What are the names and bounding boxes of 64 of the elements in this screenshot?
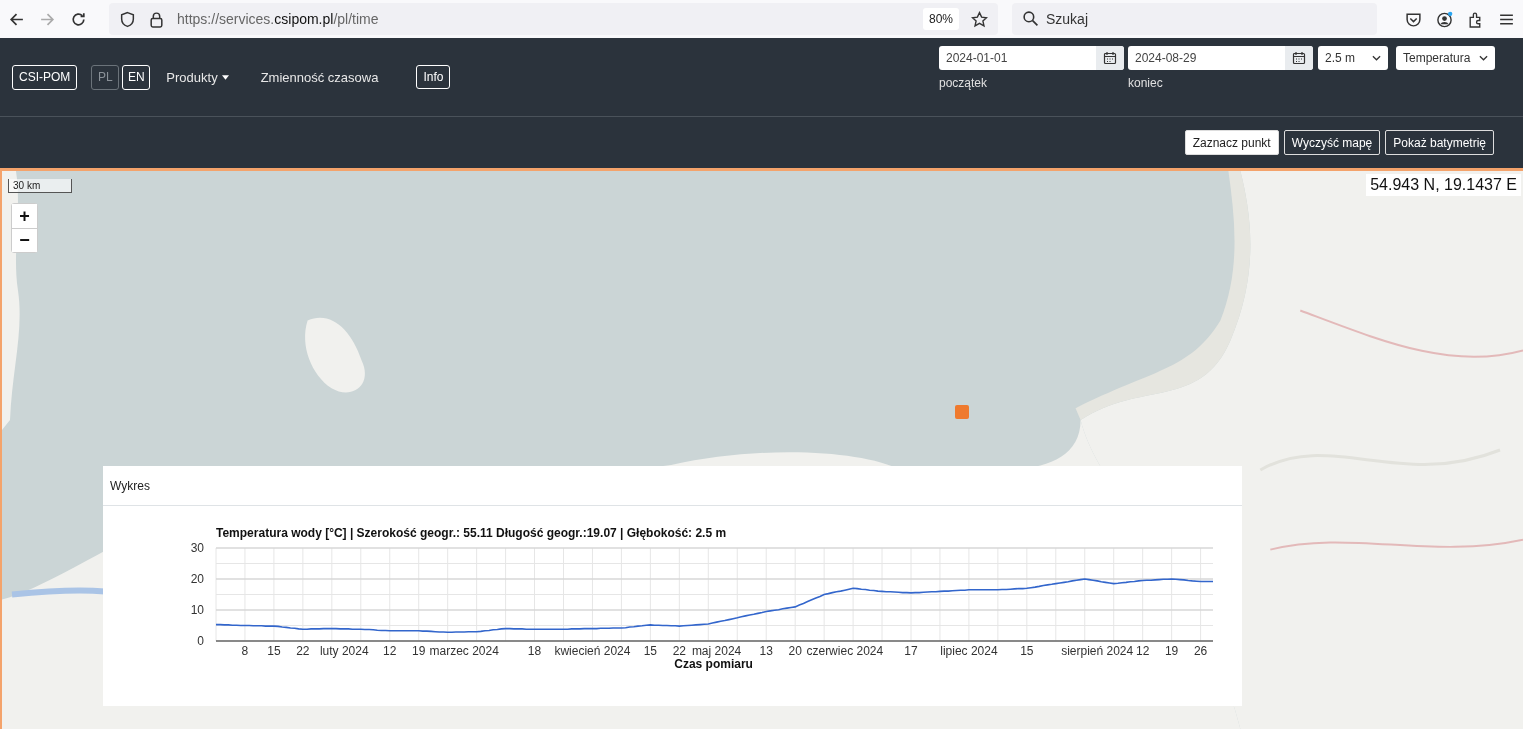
chevron-icon [1479,55,1488,61]
calendar-icon[interactable] [1096,46,1124,70]
shield-icon[interactable] [119,10,136,28]
x-tick-label: 19 [1164,644,1179,658]
x-tick-label: 8 [241,644,249,658]
x-tick-label: luty 2024 [319,644,369,658]
x-tick-label: 19 [412,644,426,658]
address-bar[interactable]: https://services.csipom.pl/pl/time 80% [109,3,998,35]
chevron-icon [1372,55,1381,61]
account-icon[interactable] [1436,10,1453,28]
x-tick-label: 15 [267,644,281,658]
x-tick-label: sierpień 2024 [1061,644,1134,658]
language-button[interactable]: EN [122,64,151,90]
map-scale: 30 km [8,179,72,193]
url-text: https://services.csipom.pl/pl/time [177,11,379,27]
pocket-icon[interactable] [1405,10,1422,28]
search-icon [1022,10,1039,27]
y-tick-label: 20 [190,572,204,586]
y-tick-label: 0 [197,634,204,648]
date-label: koniec [1128,76,1164,90]
x-tick-label: 15 [1020,644,1034,658]
date-field[interactable]: 2024-08-29 [1128,46,1313,70]
map-tool-button[interactable]: Pokaż batymetrię [1385,130,1494,155]
y-tick-label: 10 [190,603,204,617]
x-tick-label: 22 [296,644,310,658]
language-button[interactable]: PL [91,64,120,90]
info-button[interactable]: Info [416,65,451,89]
coordinates-display: 54.943 N, 19.1437 E [1366,174,1521,196]
chart-title: Temperatura wody [°C] | Szerokość geogr.: 55.11 Długość geogr.:19.07 | Głębokość: 2.5 m [216,526,727,540]
x-tick-label: 12 [1136,644,1150,658]
search-field[interactable]: Szukaj [1012,3,1377,35]
x-tick-label: 18 [527,644,542,658]
zoom-out-button[interactable]: − [12,228,37,252]
x-tick-label: 13 [759,644,773,658]
x-tick-label: 15 [643,644,658,658]
products-menu[interactable]: Produkty [166,69,229,85]
x-tick-label: maj 2024 [691,644,742,658]
x-tick-label: 22 [672,644,686,658]
zoom-level[interactable]: 80% [922,8,959,30]
star-icon[interactable] [971,10,988,28]
panel-title: Wykres [110,478,150,493]
y-tick-label: 30 [190,541,204,555]
date-field[interactable]: 2024-01-01 [939,46,1124,70]
variable-select[interactable]: Temperatura [1396,46,1495,70]
map-marker[interactable] [955,405,969,419]
x-tick-label: marzec 2024 [429,644,499,658]
x-tick-label: czerwiec 2024 [806,644,884,658]
page-title: Zmienność czasowa [260,69,379,85]
calendar-icon[interactable] [1285,46,1313,70]
x-tick-label: 26 [1193,644,1208,658]
brand-button[interactable]: CSI-POM [12,64,78,90]
depth-select[interactable]: 2.5 m [1318,46,1388,70]
x-tick-label: 17 [904,644,918,658]
x-tick-label: kwiecień 2024 [554,644,631,658]
x-tick-label: 12 [383,644,397,658]
x-axis-title: Czas pomiaru [674,657,753,671]
x-tick-label: lipiec 2024 [940,644,998,658]
reload-icon[interactable] [70,10,87,28]
x-tick-label: 20 [788,644,802,658]
caret-icon [221,74,229,80]
map-tool-button[interactable]: Zaznacz punkt [1184,130,1279,155]
date-label: początek [939,76,989,90]
lock-icon [148,10,165,28]
map-tool-button[interactable]: Wyczyść mapę [1283,130,1381,155]
